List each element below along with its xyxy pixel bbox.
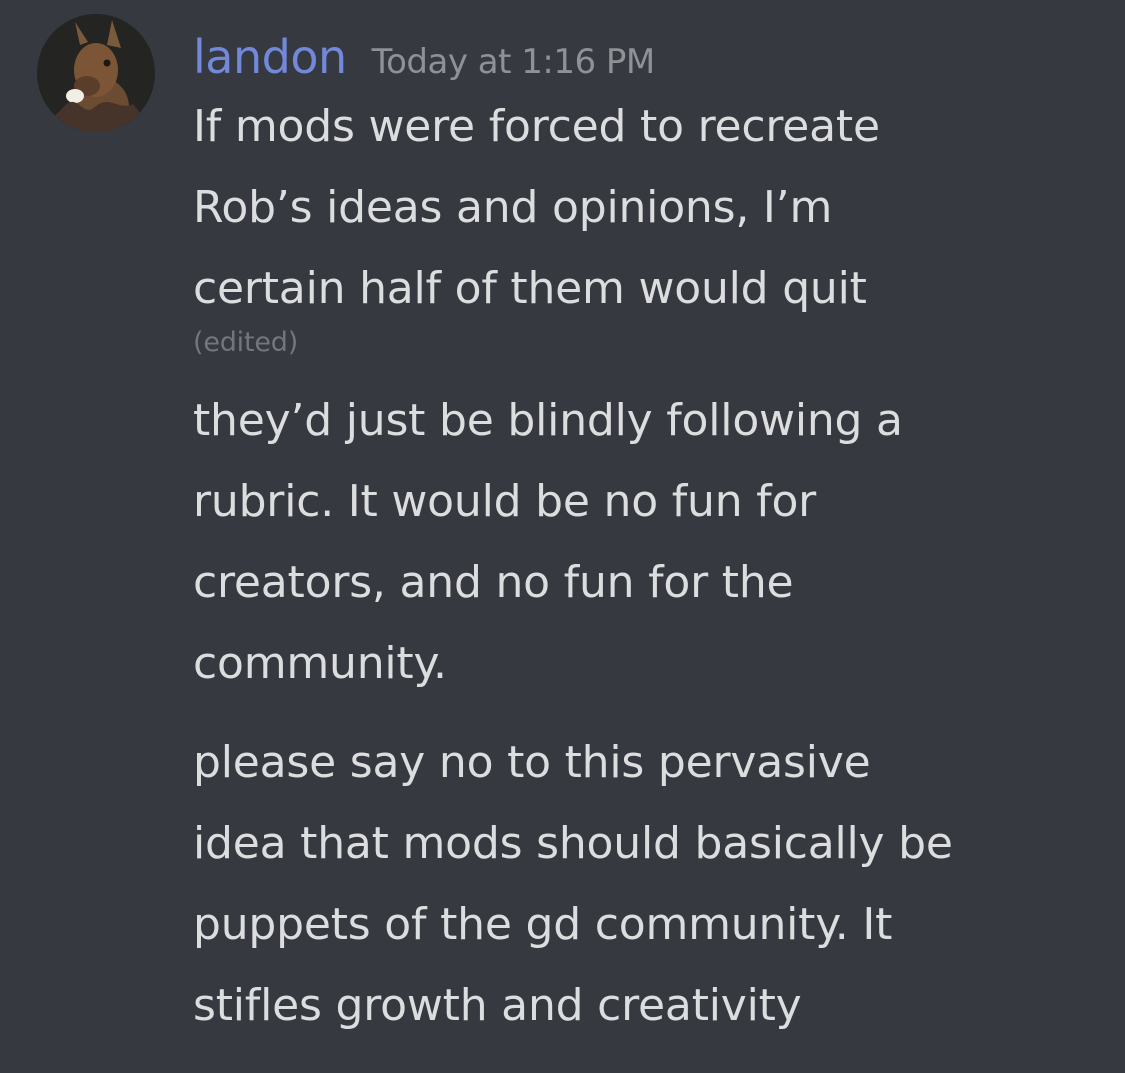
message-line: please say no to this pervasive	[193, 737, 871, 788]
edited-label: (edited)	[193, 327, 299, 358]
message-gap	[193, 362, 1103, 380]
message-line: puppets of the gd community. It	[193, 899, 893, 950]
message-line: community.	[193, 638, 447, 689]
avatar-icon	[37, 14, 155, 132]
message-line: creators, and no fun for the	[193, 557, 794, 608]
avatar[interactable]	[37, 14, 155, 132]
username[interactable]: landon	[193, 28, 347, 86]
message-line: idea that mods should basically be	[193, 818, 953, 869]
message-line: certain half of them would quit	[193, 263, 867, 314]
message-line: they’d just be blindly following a	[193, 395, 903, 446]
message-line: stifles growth and creativity	[193, 980, 802, 1031]
message-line: If mods were forced to recreate	[193, 101, 880, 152]
message-line: rubric. It would be no fun for	[193, 476, 817, 527]
message-gap	[193, 704, 1103, 722]
message-paragraph-2: they’d just be blindly following a rubri…	[193, 380, 1103, 704]
message-header: landon Today at 1:16 PM	[193, 28, 1103, 86]
timestamp[interactable]: Today at 1:16 PM	[372, 33, 656, 91]
message-content: landon Today at 1:16 PM If mods were for…	[193, 28, 1103, 1046]
message-paragraph-3: please say no to this pervasive idea tha…	[193, 722, 1103, 1046]
message-line: Rob’s ideas and opinions, I’m	[193, 182, 833, 233]
message-paragraph-1: If mods were forced to recreate Rob’s id…	[193, 86, 1103, 362]
message-group: landon Today at 1:16 PM If mods were for…	[0, 0, 1125, 1073]
